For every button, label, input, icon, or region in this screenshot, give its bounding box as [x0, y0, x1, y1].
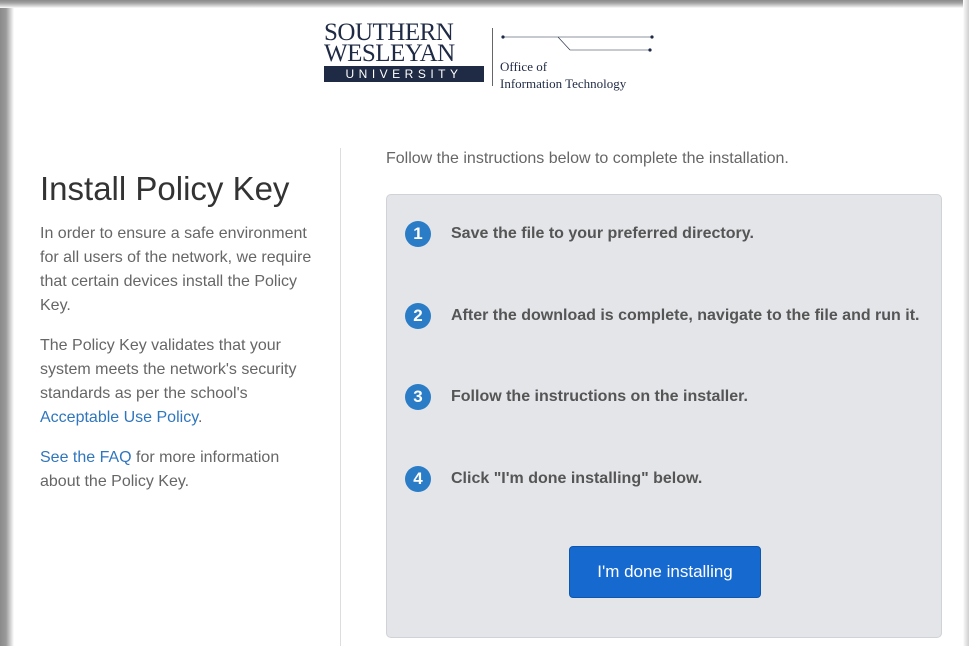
step-text: Click "I'm done installing" below. — [451, 470, 703, 487]
step-4: 4 Click "I'm done installing" below. — [405, 466, 925, 492]
steps-panel: 1 Save the file to your preferred direct… — [386, 194, 942, 638]
step-1: 1 Save the file to your preferred direct… — [405, 221, 925, 247]
step-number-badge: 4 — [405, 466, 431, 492]
step-text: Follow the instructions on the installer… — [451, 388, 748, 405]
validation-text: The Policy Key validates that your syste… — [40, 337, 297, 402]
university-wordmark: SOUTHERN WESLEYAN UNIVERSITY — [324, 20, 488, 82]
acceptable-use-policy-link[interactable]: Acceptable Use Policy — [40, 409, 198, 426]
step-text: After the download is complete, navigate… — [451, 307, 920, 324]
step-number-badge: 3 — [405, 384, 431, 410]
column-divider — [340, 148, 341, 646]
window-shadow-right — [963, 0, 969, 646]
page-title: Install Policy Key — [40, 170, 290, 207]
step-3: 3 Follow the instructions on the install… — [405, 384, 925, 410]
logo-university-bar: UNIVERSITY — [324, 66, 484, 82]
instructions-intro: Follow the instructions below to complet… — [386, 150, 789, 167]
validation-paragraph: The Policy Key validates that your syste… — [40, 334, 322, 430]
logo-office-line1: Office of — [500, 59, 548, 74]
logo-office-line2: Information Technology — [500, 76, 627, 91]
browser-window: SOUTHERN WESLEYAN UNIVERSITY Office of I… — [0, 0, 969, 646]
faq-paragraph: See the FAQ for more information about t… — [40, 446, 322, 494]
validation-text-suffix: . — [198, 409, 203, 426]
faq-link[interactable]: See the FAQ — [40, 449, 132, 466]
step-2: 2 After the download is complete, naviga… — [405, 303, 925, 329]
logo-office-text: Office of Information Technology — [500, 58, 626, 92]
step-number-badge: 2 — [405, 303, 431, 329]
circuit-lines-icon — [501, 35, 654, 52]
intro-paragraph: In order to ensure a safe environment fo… — [40, 225, 312, 314]
logo-line-wesleyan: WESLEYAN — [324, 40, 455, 67]
info-sidebar: Install Policy Key In order to ensure a … — [40, 170, 322, 510]
university-logo: SOUTHERN WESLEYAN UNIVERSITY Office of I… — [324, 20, 674, 96]
done-installing-button[interactable]: I'm done installing — [569, 546, 761, 598]
step-number-badge: 1 — [405, 221, 431, 247]
window-shadow-left — [0, 0, 14, 646]
logo-divider — [492, 28, 493, 86]
window-shadow-top — [0, 0, 969, 8]
step-text: Save the file to your preferred director… — [451, 225, 754, 242]
